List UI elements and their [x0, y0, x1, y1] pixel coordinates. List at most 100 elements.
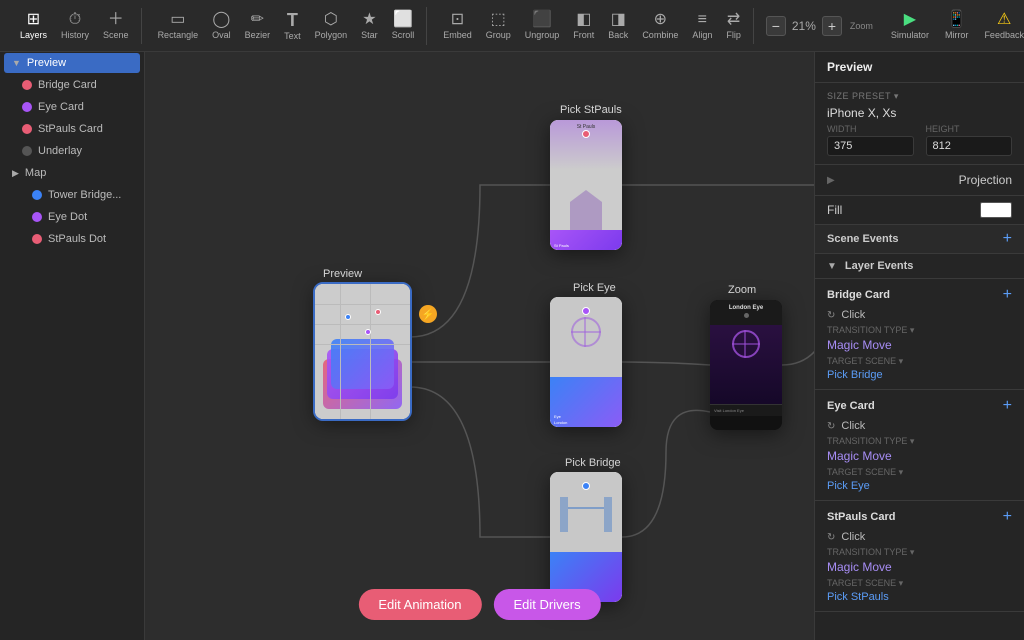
group-tool[interactable]: ⬚ Group [480, 8, 517, 44]
combine-label: Combine [642, 30, 678, 40]
preview-screen-label: Preview [323, 268, 362, 280]
underlay-dot [22, 146, 32, 156]
scene-events-title: Scene Events [827, 233, 899, 245]
bridge-card-event-add-button[interactable]: + [1003, 287, 1012, 303]
text-icon: T [287, 11, 298, 29]
edit-animation-button[interactable]: Edit Animation [358, 589, 481, 620]
pick-eye-label: Pick Eye [573, 282, 616, 294]
text-tool[interactable]: T Text [278, 7, 307, 45]
width-value[interactable]: 375 [827, 136, 914, 156]
bridge-card-click-row: ↻ Click [827, 309, 1012, 321]
scene-button[interactable]: ＋ Scene [97, 8, 135, 44]
embed-label: Embed [443, 30, 472, 40]
front-tool[interactable]: ◧ Front [567, 8, 600, 44]
projection-row[interactable]: ▶ Projection [815, 165, 1024, 196]
fill-row: Fill [815, 196, 1024, 225]
size-preset-label: SIZE PRESET ▾ [827, 91, 1012, 102]
bridge-card-click-icon: ↻ [827, 310, 835, 321]
align-tool[interactable]: ≡ Align [686, 8, 718, 44]
rectangle-tool[interactable]: ▭ Rectangle [152, 8, 205, 44]
combine-tool[interactable]: ⊕ Combine [636, 8, 684, 44]
canvas[interactable]: Preview ⚡ [145, 52, 814, 640]
projection-chevron-icon: ▶ [827, 175, 835, 186]
zoom-minus-button[interactable]: − [766, 16, 786, 36]
rectangle-label: Rectangle [158, 30, 199, 40]
zoom-screen[interactable]: London Eye Visit London Eye [710, 300, 782, 430]
scene-events-add-button[interactable]: + [1003, 231, 1012, 247]
preview-triangle-icon: ▼ [12, 58, 21, 68]
sidebar: ▼ Preview Bridge Card Eye Card StPauls C… [0, 52, 145, 640]
stpauls-card-event-add-button[interactable]: + [1003, 509, 1012, 525]
sidebar-item-underlay[interactable]: Underlay [4, 141, 140, 161]
height-label: HEIGHT [926, 124, 1013, 134]
mirror-label: Mirror [945, 30, 969, 40]
mirror-button[interactable]: 📱 Mirror [939, 8, 975, 44]
sidebar-item-eye-card[interactable]: Eye Card [4, 97, 140, 117]
scene-icon: ＋ [108, 12, 124, 28]
action-tools-group: ⊡ Embed ⬚ Group ⬛ Ungroup ◧ Front ◨ Back… [431, 8, 754, 44]
layer-events-header[interactable]: ▼ Layer Events [815, 254, 1024, 279]
embed-tool[interactable]: ⊡ Embed [437, 8, 478, 44]
star-label: Star [361, 30, 378, 40]
sidebar-item-stpauls-card[interactable]: StPauls Card [4, 119, 140, 139]
polygon-tool[interactable]: ⬡ Polygon [309, 8, 354, 44]
stpauls-card-click-label: Click [841, 531, 865, 543]
eye-card-event-add-button[interactable]: + [1003, 398, 1012, 414]
sidebar-item-stpauls-dot[interactable]: StPauls Dot [4, 229, 140, 249]
sidebar-item-map[interactable]: ▶ Map [4, 163, 140, 183]
stpauls-card-target-value: Pick StPauls [827, 591, 1012, 603]
layer-events-collapse-icon: ▼ [827, 261, 837, 272]
eye-card-transition-value: Magic Move [827, 449, 1012, 463]
fill-label: Fill [827, 203, 842, 217]
simulator-button[interactable]: ▶ Simulator [885, 8, 935, 44]
scroll-label: Scroll [392, 30, 415, 40]
simulator-icon: ▶ [904, 12, 916, 28]
eye-card-dot [22, 102, 32, 112]
feedback-label: Feedback [984, 30, 1024, 40]
flip-label: Flip [726, 30, 741, 40]
layers-button[interactable]: ⊞ Layers [14, 8, 53, 44]
zoom-control: − 21% + Zoom [758, 16, 881, 36]
pick-stpauls-label: Pick StPauls [560, 104, 622, 116]
pick-stpauls-screen[interactable]: St Pauls St Pauls [550, 120, 622, 250]
tower-bridge-dot [32, 190, 42, 200]
pick-bridge-screen[interactable]: Bridge [550, 472, 622, 602]
sidebar-item-tower-bridge[interactable]: Tower Bridge... [4, 185, 140, 205]
polygon-icon: ⬡ [324, 12, 338, 28]
sidebar-tower-bridge-label: Tower Bridge... [48, 189, 121, 201]
back-tool[interactable]: ◨ Back [602, 8, 634, 44]
bridge-card-transition-label: TRANSITION TYPE ▾ [827, 325, 1012, 336]
height-value[interactable]: 812 [926, 136, 1013, 156]
flip-icon: ⇄ [727, 12, 740, 28]
sidebar-stpauls-dot-label: StPauls Dot [48, 233, 106, 245]
zoom-value: 21% [792, 19, 816, 33]
sidebar-item-bridge-card[interactable]: Bridge Card [4, 75, 140, 95]
history-button[interactable]: ⏱ History [55, 8, 95, 44]
toolbar: ⊞ Layers ⏱ History ＋ Scene ▭ Rectangle ◯… [0, 0, 1024, 52]
align-icon: ≡ [698, 12, 707, 28]
scroll-tool[interactable]: ⬜ Scroll [386, 8, 421, 44]
projection-label: Projection [959, 173, 1012, 187]
zoom-plus-button[interactable]: + [822, 16, 842, 36]
preview-screen[interactable] [315, 284, 410, 419]
ungroup-tool[interactable]: ⬛ Ungroup [519, 8, 566, 44]
oval-tool[interactable]: ◯ Oval [206, 8, 237, 44]
pick-eye-screen[interactable]: London Eye [550, 297, 622, 427]
scene-events-header[interactable]: Scene Events + [815, 225, 1024, 254]
fill-color-box[interactable] [980, 202, 1012, 218]
bridge-card-dot [22, 80, 32, 90]
shape-tools-group: ▭ Rectangle ◯ Oval ✏ Bezier T Text ⬡ Pol… [146, 7, 428, 45]
edit-drivers-button[interactable]: Edit Drivers [493, 589, 600, 620]
bezier-tool[interactable]: ✏ Bezier [239, 8, 277, 44]
star-tool[interactable]: ★ Star [355, 8, 384, 44]
bridge-card-target-label: TARGET SCENE ▾ [827, 356, 1012, 367]
sidebar-item-preview[interactable]: ▼ Preview [4, 53, 140, 73]
stpauls-dot-dot [32, 234, 42, 244]
sidebar-item-eye-dot[interactable]: Eye Dot [4, 207, 140, 227]
flip-tool[interactable]: ⇄ Flip [720, 8, 747, 44]
eye-dot-dot [32, 212, 42, 222]
bezier-icon: ✏ [251, 12, 264, 28]
stpauls-card-event-name: StPauls Card [827, 511, 895, 523]
feedback-button[interactable]: ⚠ Feedback [978, 8, 1024, 44]
stpauls-card-transition-value: Magic Move [827, 560, 1012, 574]
